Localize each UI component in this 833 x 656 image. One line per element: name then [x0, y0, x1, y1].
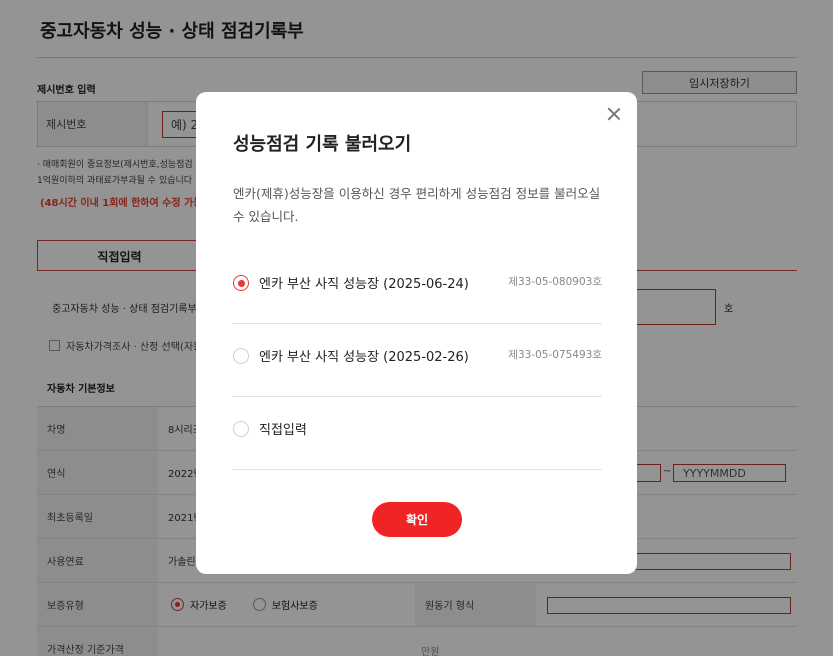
option-label-1: 엔카 부산 사직 성능장 (2025-06-24) — [259, 277, 469, 292]
confirm-button[interactable]: 확인 — [372, 502, 462, 537]
option-number-1: 제33-05-080903호 — [508, 276, 602, 288]
option-radio-2[interactable] — [233, 348, 249, 364]
option-number-2: 제33-05-075493호 — [508, 349, 602, 361]
option-record-2[interactable]: 엔카 부산 사직 성능장 (2025-02-26) 제33-05-075493호 — [232, 324, 602, 397]
option-label-3: 직접입력 — [259, 423, 307, 438]
modal-description: 엔카(제휴)성능장을 이용하신 경우 편리하게 성능점검 정보를 불러오실 수 … — [233, 186, 601, 224]
modal-title: 성능점검 기록 불러오기 — [233, 134, 412, 155]
load-record-modal: 성능점검 기록 불러오기 엔카(제휴)성능장을 이용하신 경우 편리하게 성능점… — [196, 92, 637, 574]
close-icon[interactable] — [606, 106, 622, 122]
option-record-1[interactable]: 엔카 부산 사직 성능장 (2025-06-24) 제33-05-080903호 — [232, 251, 602, 324]
option-direct-input[interactable]: 직접입력 — [232, 397, 602, 470]
option-label-2: 엔카 부산 사직 성능장 (2025-02-26) — [259, 350, 469, 365]
option-radio-3[interactable] — [233, 421, 249, 437]
option-radio-1[interactable] — [233, 275, 249, 291]
